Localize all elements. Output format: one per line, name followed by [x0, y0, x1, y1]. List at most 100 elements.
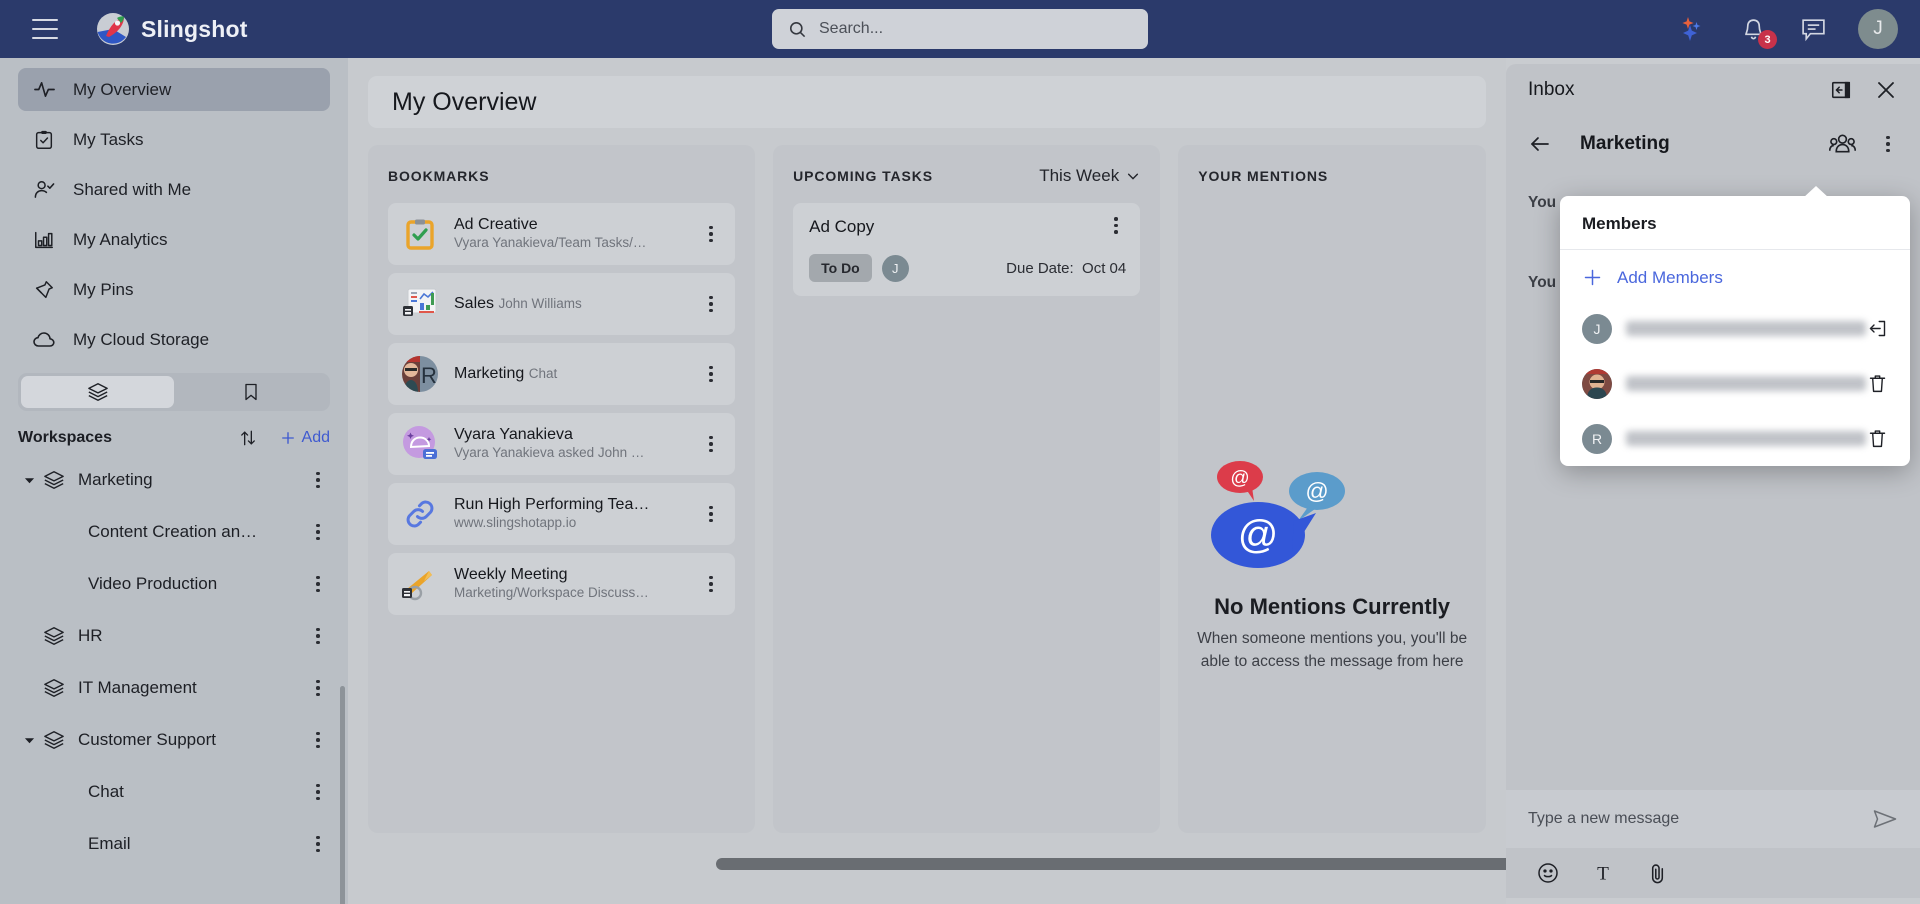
message-input[interactable] [1528, 810, 1871, 828]
chevron-down-icon [1126, 169, 1140, 183]
kebab-menu-icon[interactable] [701, 295, 721, 313]
member-name-redacted [1626, 321, 1866, 336]
kebab-menu-icon[interactable] [308, 679, 328, 697]
kebab-menu-icon[interactable] [308, 471, 328, 489]
bookmark-subtitle: www.slingshotapp.io [454, 515, 577, 530]
sidebar-item-shared-with-me[interactable]: Shared with Me [18, 168, 330, 211]
workspace-item-hr[interactable]: HR [0, 610, 348, 662]
horizontal-scrollbar[interactable] [716, 858, 1532, 870]
kebab-menu-icon[interactable] [701, 575, 721, 593]
bookmark-item[interactable]: R Marketing Chat [388, 343, 736, 405]
search-container [772, 9, 1148, 49]
tasks-title: UPCOMING TASKS [793, 168, 934, 184]
bookmark-item[interactable]: Sales John Williams [388, 273, 736, 335]
emoji-icon[interactable] [1536, 861, 1560, 885]
sidebar-item-label: My Cloud Storage [73, 329, 210, 349]
chevron-down-icon[interactable] [20, 735, 38, 746]
sort-arrows-icon[interactable] [235, 428, 261, 448]
kebab-menu-icon[interactable] [701, 365, 721, 383]
members-popup-title: Members [1560, 196, 1910, 250]
member-row[interactable]: R [1560, 411, 1910, 466]
bell-icon[interactable]: 3 [1738, 14, 1777, 49]
trash-icon[interactable] [1866, 428, 1888, 449]
task-card[interactable]: Ad Copy To Do J Due Date: Oct 04 [793, 203, 1141, 296]
sidebar-item-my-tasks[interactable]: My Tasks [18, 118, 330, 161]
people-group-icon[interactable] [1829, 132, 1856, 156]
upcoming-tasks-card: UPCOMING TASKS This Week Ad Copy To Do J… [773, 145, 1161, 833]
kebab-menu-icon[interactable] [308, 523, 328, 541]
header-actions: 3 J [1678, 0, 1898, 58]
workspaces-header: Workspaces Add [18, 428, 330, 448]
svg-text:@: @ [1306, 478, 1329, 504]
brand-name: Slingshot [141, 15, 248, 42]
bookmark-item[interactable]: Vyara Yanakieva Vyara Yanakieva asked Jo… [388, 413, 736, 475]
bookmark-title: Sales [454, 295, 495, 312]
member-row[interactable] [1560, 356, 1910, 411]
trash-icon[interactable] [1866, 373, 1888, 394]
bookmark-item[interactable]: Run High Performing Tea… www.slingshotap… [388, 483, 736, 545]
dashboard-thumbnail-icon [400, 284, 440, 324]
toggle-workspaces-tab[interactable] [21, 376, 174, 408]
workspace-item-content-creation[interactable]: Content Creation an… [0, 506, 348, 558]
kebab-menu-icon[interactable] [701, 225, 721, 243]
conversation-title: Marketing [1580, 133, 1670, 154]
workspace-label: Customer Support [78, 730, 216, 749]
kebab-menu-icon[interactable] [701, 505, 721, 523]
slingshot-rocket-logo [96, 12, 130, 46]
search-input-wrapper[interactable] [772, 9, 1148, 49]
workspace-item-chat[interactable]: Chat [0, 766, 348, 818]
avatar: J [1582, 313, 1612, 344]
paperclip-icon[interactable] [1646, 862, 1669, 885]
workspace-item-video-production[interactable]: Video Production [0, 558, 348, 610]
leave-icon[interactable] [1866, 318, 1888, 339]
tasks-timeframe-dropdown[interactable]: This Week [1039, 166, 1140, 186]
toggle-bookmarks-tab[interactable] [174, 376, 327, 408]
bookmark-item[interactable]: Ad Creative Vyara Yanakieva/Team Tasks/… [388, 203, 736, 265]
kebab-menu-icon[interactable] [308, 783, 328, 801]
sidebar-item-my-overview[interactable]: My Overview [18, 68, 330, 111]
svg-text:T: T [1597, 863, 1609, 884]
pin-icon [32, 278, 56, 302]
bookmark-item[interactable]: Weekly Meeting Marketing/Workspace Discu… [388, 553, 736, 615]
chat-bubble-icon[interactable] [1798, 14, 1828, 44]
chat-avatar-icon: R [400, 354, 440, 394]
task-name: Ad Copy [809, 217, 875, 236]
clipboard-check-icon [32, 128, 56, 152]
kebab-menu-icon[interactable] [308, 627, 328, 645]
kebab-menu-icon[interactable] [701, 435, 721, 453]
workspace-item-it-management[interactable]: IT Management [0, 662, 348, 714]
sidebar-item-my-analytics[interactable]: My Analytics [18, 218, 330, 261]
bookmarks-card: BOOKMARKS Ad Creative Vyara Yanakieva/Te… [368, 145, 756, 833]
sidebar-scrollbar[interactable] [340, 686, 345, 904]
bookmark-subtitle: Marketing/Workspace Discuss… [454, 585, 649, 600]
back-arrow-icon[interactable] [1528, 132, 1552, 156]
sidebar-item-my-pins[interactable]: My Pins [18, 268, 330, 311]
brand[interactable]: Slingshot [96, 12, 248, 46]
workspace-item-marketing[interactable]: Marketing [0, 454, 348, 506]
kebab-menu-icon[interactable] [1106, 217, 1126, 234]
workspace-item-customer-support[interactable]: Customer Support [0, 714, 348, 766]
text-format-icon[interactable]: T [1592, 862, 1614, 884]
kebab-menu-icon[interactable] [308, 575, 328, 593]
member-row[interactable]: J [1560, 301, 1910, 356]
send-icon[interactable] [1871, 807, 1898, 831]
svg-text:@: @ [1238, 513, 1279, 557]
kebab-menu-icon[interactable] [308, 731, 328, 749]
composer-tools: T [1506, 848, 1920, 898]
sidebar-item-my-cloud-storage[interactable]: My Cloud Storage [18, 318, 330, 361]
avatar [1582, 368, 1612, 399]
kebab-menu-icon[interactable] [308, 835, 328, 853]
collapse-panel-icon[interactable] [1830, 79, 1852, 101]
add-workspace-button[interactable]: Add [279, 429, 330, 447]
mentions-card: YOUR MENTIONS @ @ @ No Mentions Currentl… [1178, 145, 1486, 833]
kebab-menu-icon[interactable] [1878, 135, 1898, 153]
sidebar-view-toggle [18, 373, 330, 411]
hamburger-icon[interactable] [32, 19, 58, 39]
search-input[interactable] [819, 20, 1109, 38]
add-members-button[interactable]: Add Members [1560, 250, 1910, 301]
user-avatar[interactable]: J [1858, 9, 1898, 49]
workspace-item-email[interactable]: Email [0, 818, 348, 870]
close-icon[interactable] [1874, 78, 1898, 102]
chevron-down-icon[interactable] [20, 475, 38, 486]
ai-sparkle-icon[interactable] [1678, 14, 1708, 44]
